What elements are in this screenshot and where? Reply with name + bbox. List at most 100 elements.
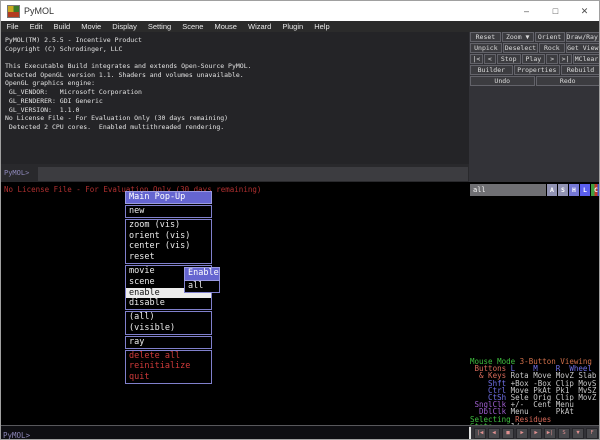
- action-menu-button[interactable]: A: [547, 184, 557, 196]
- popup-item-orient-vis[interactable]: orient (vis): [126, 231, 211, 242]
- menu-movie[interactable]: Movie: [76, 21, 107, 32]
- window-controls: – □ ✕: [512, 1, 599, 21]
- control-row: |< < Stop Play > >| MClear: [469, 54, 600, 64]
- object-toggle-all[interactable]: all: [470, 184, 546, 196]
- menu-edit[interactable]: Edit: [24, 21, 48, 32]
- menu-mouse[interactable]: Mouse: [209, 21, 243, 32]
- deselect-button[interactable]: Deselect: [503, 43, 538, 53]
- enable-submenu: Enable all: [184, 267, 220, 293]
- popup-group: new: [125, 205, 212, 218]
- menu-help[interactable]: Help: [309, 21, 335, 32]
- console-line: PyMOL(TM) 2.5.5 - Incentive Product: [5, 36, 469, 45]
- cli-text: PyMOL>_: [3, 431, 35, 440]
- command-input[interactable]: [38, 167, 468, 181]
- show-menu-button[interactable]: S: [558, 184, 568, 196]
- menu-wizard[interactable]: Wizard: [242, 21, 276, 32]
- console-line: GL_VENDOR: Microsoft Corporation: [5, 88, 469, 97]
- stop-icon[interactable]: ■: [502, 428, 514, 439]
- popup-item-center-vis[interactable]: center (vis): [126, 241, 211, 252]
- console-line: This Executable Build integrates and ext…: [5, 62, 469, 71]
- popup-group: delete all reinitialize quit: [125, 350, 212, 384]
- color-menu-button[interactable]: C: [591, 184, 600, 196]
- unpick-button[interactable]: Unpick: [470, 43, 502, 53]
- rock-button[interactable]: Rock: [539, 43, 564, 53]
- pymol-logo-icon: [8, 6, 19, 17]
- frame-last-icon[interactable]: ▶|: [544, 428, 556, 439]
- popup-title: Main Pop-Up: [125, 191, 212, 204]
- panel-sash[interactable]: [469, 427, 471, 440]
- cli-bar[interactable]: PyMOL>_: [1, 425, 469, 440]
- orient-button[interactable]: Orient: [535, 32, 565, 42]
- popup-item-quit[interactable]: quit: [126, 372, 211, 383]
- console-line: OpenGL graphics engine:: [5, 79, 469, 88]
- popup-item-ray[interactable]: ray: [126, 337, 211, 348]
- menu-plugin[interactable]: Plugin: [277, 21, 309, 32]
- submenu-title: Enable: [184, 267, 220, 281]
- rebuild-button[interactable]: Rebuild: [561, 65, 600, 75]
- frame-back-icon[interactable]: ◀: [488, 428, 500, 439]
- frame-first-icon[interactable]: |◀: [474, 428, 486, 439]
- menu-build[interactable]: Build: [48, 21, 76, 32]
- get-view-button[interactable]: Get View: [566, 43, 600, 53]
- submenu-item-all[interactable]: all: [184, 281, 220, 294]
- play-button[interactable]: Play: [522, 54, 546, 64]
- popup-item-disable[interactable]: disable: [126, 298, 211, 309]
- close-button[interactable]: ✕: [570, 1, 599, 21]
- redo-button[interactable]: Redo: [536, 76, 600, 86]
- popup-group: (all) (visible): [125, 311, 212, 335]
- movie-last-button[interactable]: >|: [559, 54, 572, 64]
- cli-cursor: _: [30, 431, 35, 440]
- menu-bar: File Edit Build Movie Display Setting Sc…: [1, 21, 599, 32]
- play-icon[interactable]: ▶: [516, 428, 528, 439]
- stop-button[interactable]: Stop: [497, 54, 521, 64]
- maximize-button[interactable]: □: [541, 1, 570, 21]
- popup-item-zoom-vis[interactable]: zoom (vis): [126, 220, 211, 231]
- zoom-dropdown-button[interactable]: Zoom ▼: [502, 32, 534, 42]
- properties-button[interactable]: Properties: [514, 65, 560, 75]
- title-bar: PyMOL – □ ✕: [1, 1, 599, 21]
- console-line: [5, 53, 469, 62]
- label-menu-button[interactable]: L: [580, 184, 590, 196]
- popup-group: zoom (vis) orient (vis) center (vis) res…: [125, 219, 212, 264]
- movie-next-button[interactable]: >: [546, 54, 558, 64]
- console-line: Detected OpenGL version 1.1. Shaders and…: [5, 71, 469, 80]
- console-line: Copyright (C) Schrodinger, LLC: [5, 45, 469, 54]
- scene-loop-button[interactable]: S: [558, 428, 570, 439]
- control-row: Undo Redo: [469, 76, 600, 86]
- frame-forward-icon[interactable]: ▶: [530, 428, 542, 439]
- console-line: No License File - For Evaluation Only (3…: [5, 114, 469, 123]
- viewport[interactable]: No License File - For Evaluation Only (3…: [1, 182, 469, 425]
- prompt-label: PyMOL>: [4, 169, 29, 177]
- menu-scene[interactable]: Scene: [177, 21, 209, 32]
- control-row: Unpick Deselect Rock Get View: [469, 43, 600, 53]
- popup-item-all[interactable]: (all): [126, 312, 211, 323]
- object-panel: all A S H L C Mouse Mode 3-Button Viewin…: [469, 182, 600, 425]
- mouse-help-panel: Mouse Mode 3-Button Viewing Buttons L M …: [470, 358, 600, 430]
- popup-item-delete-all[interactable]: delete all: [126, 351, 211, 362]
- popup-item-reset[interactable]: reset: [126, 252, 211, 263]
- popup-item-reinitialize[interactable]: reinitialize: [126, 361, 211, 372]
- console-line: Detected 2 CPU cores. Enabled multithrea…: [5, 123, 469, 132]
- rewind-toggle-icon[interactable]: ▼: [572, 428, 584, 439]
- mclear-button[interactable]: MClear: [573, 54, 600, 64]
- minimize-button[interactable]: –: [512, 1, 541, 21]
- console-line: GL_RENDERER: GDI Generic: [5, 97, 469, 106]
- draw-ray-dropdown-button[interactable]: Draw/Ray ▼: [566, 32, 600, 42]
- builder-button[interactable]: Builder: [470, 65, 513, 75]
- command-prompt-row: PyMOL>: [1, 164, 469, 182]
- movie-control-bar: |◀ ◀ ■ ▶ ▶ ▶| S ▼ F: [469, 425, 600, 440]
- control-row: Reset Zoom ▼ Orient Draw/Ray ▼: [469, 32, 600, 42]
- undo-button[interactable]: Undo: [470, 76, 535, 86]
- popup-item-new[interactable]: new: [126, 206, 211, 217]
- menu-file[interactable]: File: [1, 21, 24, 32]
- menu-setting[interactable]: Setting: [142, 21, 176, 32]
- pymol-window: PyMOL – □ ✕ File Edit Build Movie Displa…: [0, 0, 600, 440]
- object-row-all: all A S H L C: [470, 184, 600, 196]
- fullscreen-button[interactable]: F: [586, 428, 598, 439]
- movie-first-button[interactable]: |<: [470, 54, 483, 64]
- reset-button[interactable]: Reset: [470, 32, 501, 42]
- popup-item-visible[interactable]: (visible): [126, 323, 211, 334]
- movie-prev-button[interactable]: <: [484, 54, 496, 64]
- hide-menu-button[interactable]: H: [569, 184, 579, 196]
- menu-display[interactable]: Display: [107, 21, 143, 32]
